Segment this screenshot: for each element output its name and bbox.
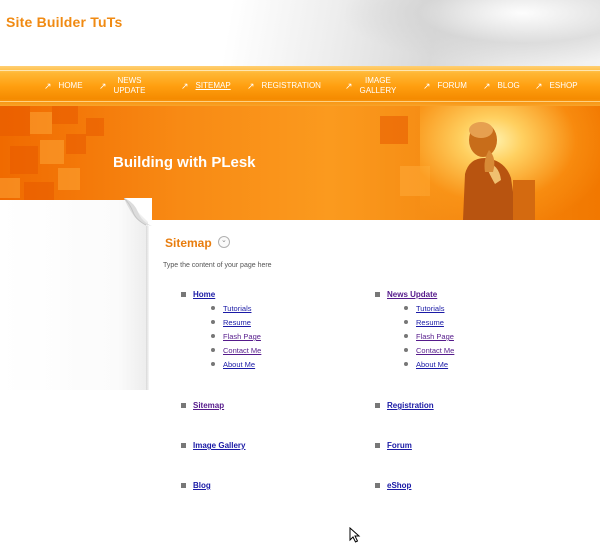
banner-title: Building with PLesk <box>113 154 256 171</box>
banner-decor-square <box>52 106 78 124</box>
square-bullet-icon <box>181 443 186 448</box>
dot-bullet-icon <box>211 348 215 352</box>
nav-item-forum[interactable]: ↗ FORUM <box>423 66 467 106</box>
dot-bullet-icon <box>404 320 408 324</box>
nav-item-image-gallery[interactable]: ↗ IMAGE GALLERY <box>345 66 396 106</box>
nav-item-news-update[interactable]: ↗ NEWS UPDATE <box>99 66 145 106</box>
square-bullet-icon <box>375 403 380 408</box>
sitemap-link-forum[interactable]: Forum <box>387 441 412 450</box>
sitemap-link-contact-me[interactable]: Contact Me <box>223 346 261 355</box>
page-title: Sitemap <box>165 236 212 250</box>
left-panel <box>0 200 148 390</box>
header-swirl-graphic <box>340 0 600 66</box>
arrow-northeast-icon: ↗ <box>99 81 107 91</box>
square-bullet-icon <box>181 292 186 297</box>
page-curl-graphic <box>124 198 152 226</box>
main-nav: ↗ HOME ↗ NEWS UPDATE ↗ SITEMAP ↗ REGISTRA… <box>0 66 600 106</box>
square-bullet-icon <box>375 292 380 297</box>
dot-bullet-icon <box>404 306 408 310</box>
sitemap-link-tutorials[interactable]: Tutorials <box>416 304 444 313</box>
arrow-northeast-icon: ↗ <box>247 81 255 91</box>
dot-bullet-icon <box>211 362 215 366</box>
square-bullet-icon <box>375 443 380 448</box>
square-bullet-icon <box>375 483 380 488</box>
arrow-northeast-icon: ↗ <box>181 81 189 91</box>
banner-decor-square <box>0 106 30 136</box>
sitemap-link-flash-page[interactable]: Flash Page <box>416 332 454 341</box>
dot-bullet-icon <box>211 320 215 324</box>
site-title[interactable]: Site Builder TuTs <box>6 14 122 30</box>
site-header: Site Builder TuTs <box>0 0 600 66</box>
nav-item-home[interactable]: ↗ HOME <box>44 66 83 106</box>
square-bullet-icon <box>181 483 186 488</box>
person-photo-image <box>463 122 535 220</box>
dot-bullet-icon <box>211 306 215 310</box>
sitemap-link-eshop[interactable]: eShop <box>387 481 411 490</box>
sitemap-link-resume[interactable]: Resume <box>416 318 444 327</box>
nav-item-blog[interactable]: ↗ BLOG <box>483 66 520 106</box>
nav-item-sitemap[interactable]: ↗ SITEMAP <box>181 66 231 106</box>
sitemap-link-registration[interactable]: Registration <box>387 401 434 410</box>
arrow-northeast-icon: ↗ <box>423 81 431 91</box>
sitemap-link-about-me[interactable]: About Me <box>416 360 448 369</box>
chevron-down-circle-icon[interactable]: ⌄ <box>218 236 230 248</box>
banner-decor-square <box>40 140 64 164</box>
banner-decor-square <box>86 118 104 136</box>
square-bullet-icon <box>181 403 186 408</box>
panel-shadow <box>146 226 149 390</box>
dot-bullet-icon <box>404 362 408 366</box>
page-intro-text: Type the content of your page here <box>163 262 272 269</box>
banner-decor-square <box>66 134 86 154</box>
arrow-northeast-icon: ↗ <box>345 81 353 91</box>
sitemap-link-contact-me[interactable]: Contact Me <box>416 346 454 355</box>
sitemap-link-blog[interactable]: Blog <box>193 481 211 490</box>
nav-item-eshop[interactable]: ↗ ESHOP <box>535 66 578 106</box>
sitemap-link-resume[interactable]: Resume <box>223 318 251 327</box>
sitemap-link-home[interactable]: Home <box>193 290 215 299</box>
dot-bullet-icon <box>404 334 408 338</box>
sitemap-link-tutorials[interactable]: Tutorials <box>223 304 251 313</box>
arrow-northeast-icon: ↗ <box>535 81 543 91</box>
banner-decor-square <box>58 168 80 190</box>
dot-bullet-icon <box>404 348 408 352</box>
mouse-cursor-icon <box>349 527 361 543</box>
nav-item-registration[interactable]: ↗ REGISTRATION <box>247 66 321 106</box>
sitemap-link-sitemap[interactable]: Sitemap <box>193 401 224 410</box>
arrow-northeast-icon: ↗ <box>44 81 52 91</box>
sitemap-link-news-update[interactable]: News Update <box>387 290 437 299</box>
banner-decor-square <box>10 146 38 174</box>
sitemap-link-image-gallery[interactable]: Image Gallery <box>193 441 245 450</box>
banner-decor-square <box>0 178 20 198</box>
dot-bullet-icon <box>211 334 215 338</box>
arrow-northeast-icon: ↗ <box>483 81 491 91</box>
banner-decor-square <box>380 116 408 144</box>
banner-decor-square <box>30 112 52 134</box>
sitemap-link-about-me[interactable]: About Me <box>223 360 255 369</box>
sitemap-link-flash-page[interactable]: Flash Page <box>223 332 261 341</box>
